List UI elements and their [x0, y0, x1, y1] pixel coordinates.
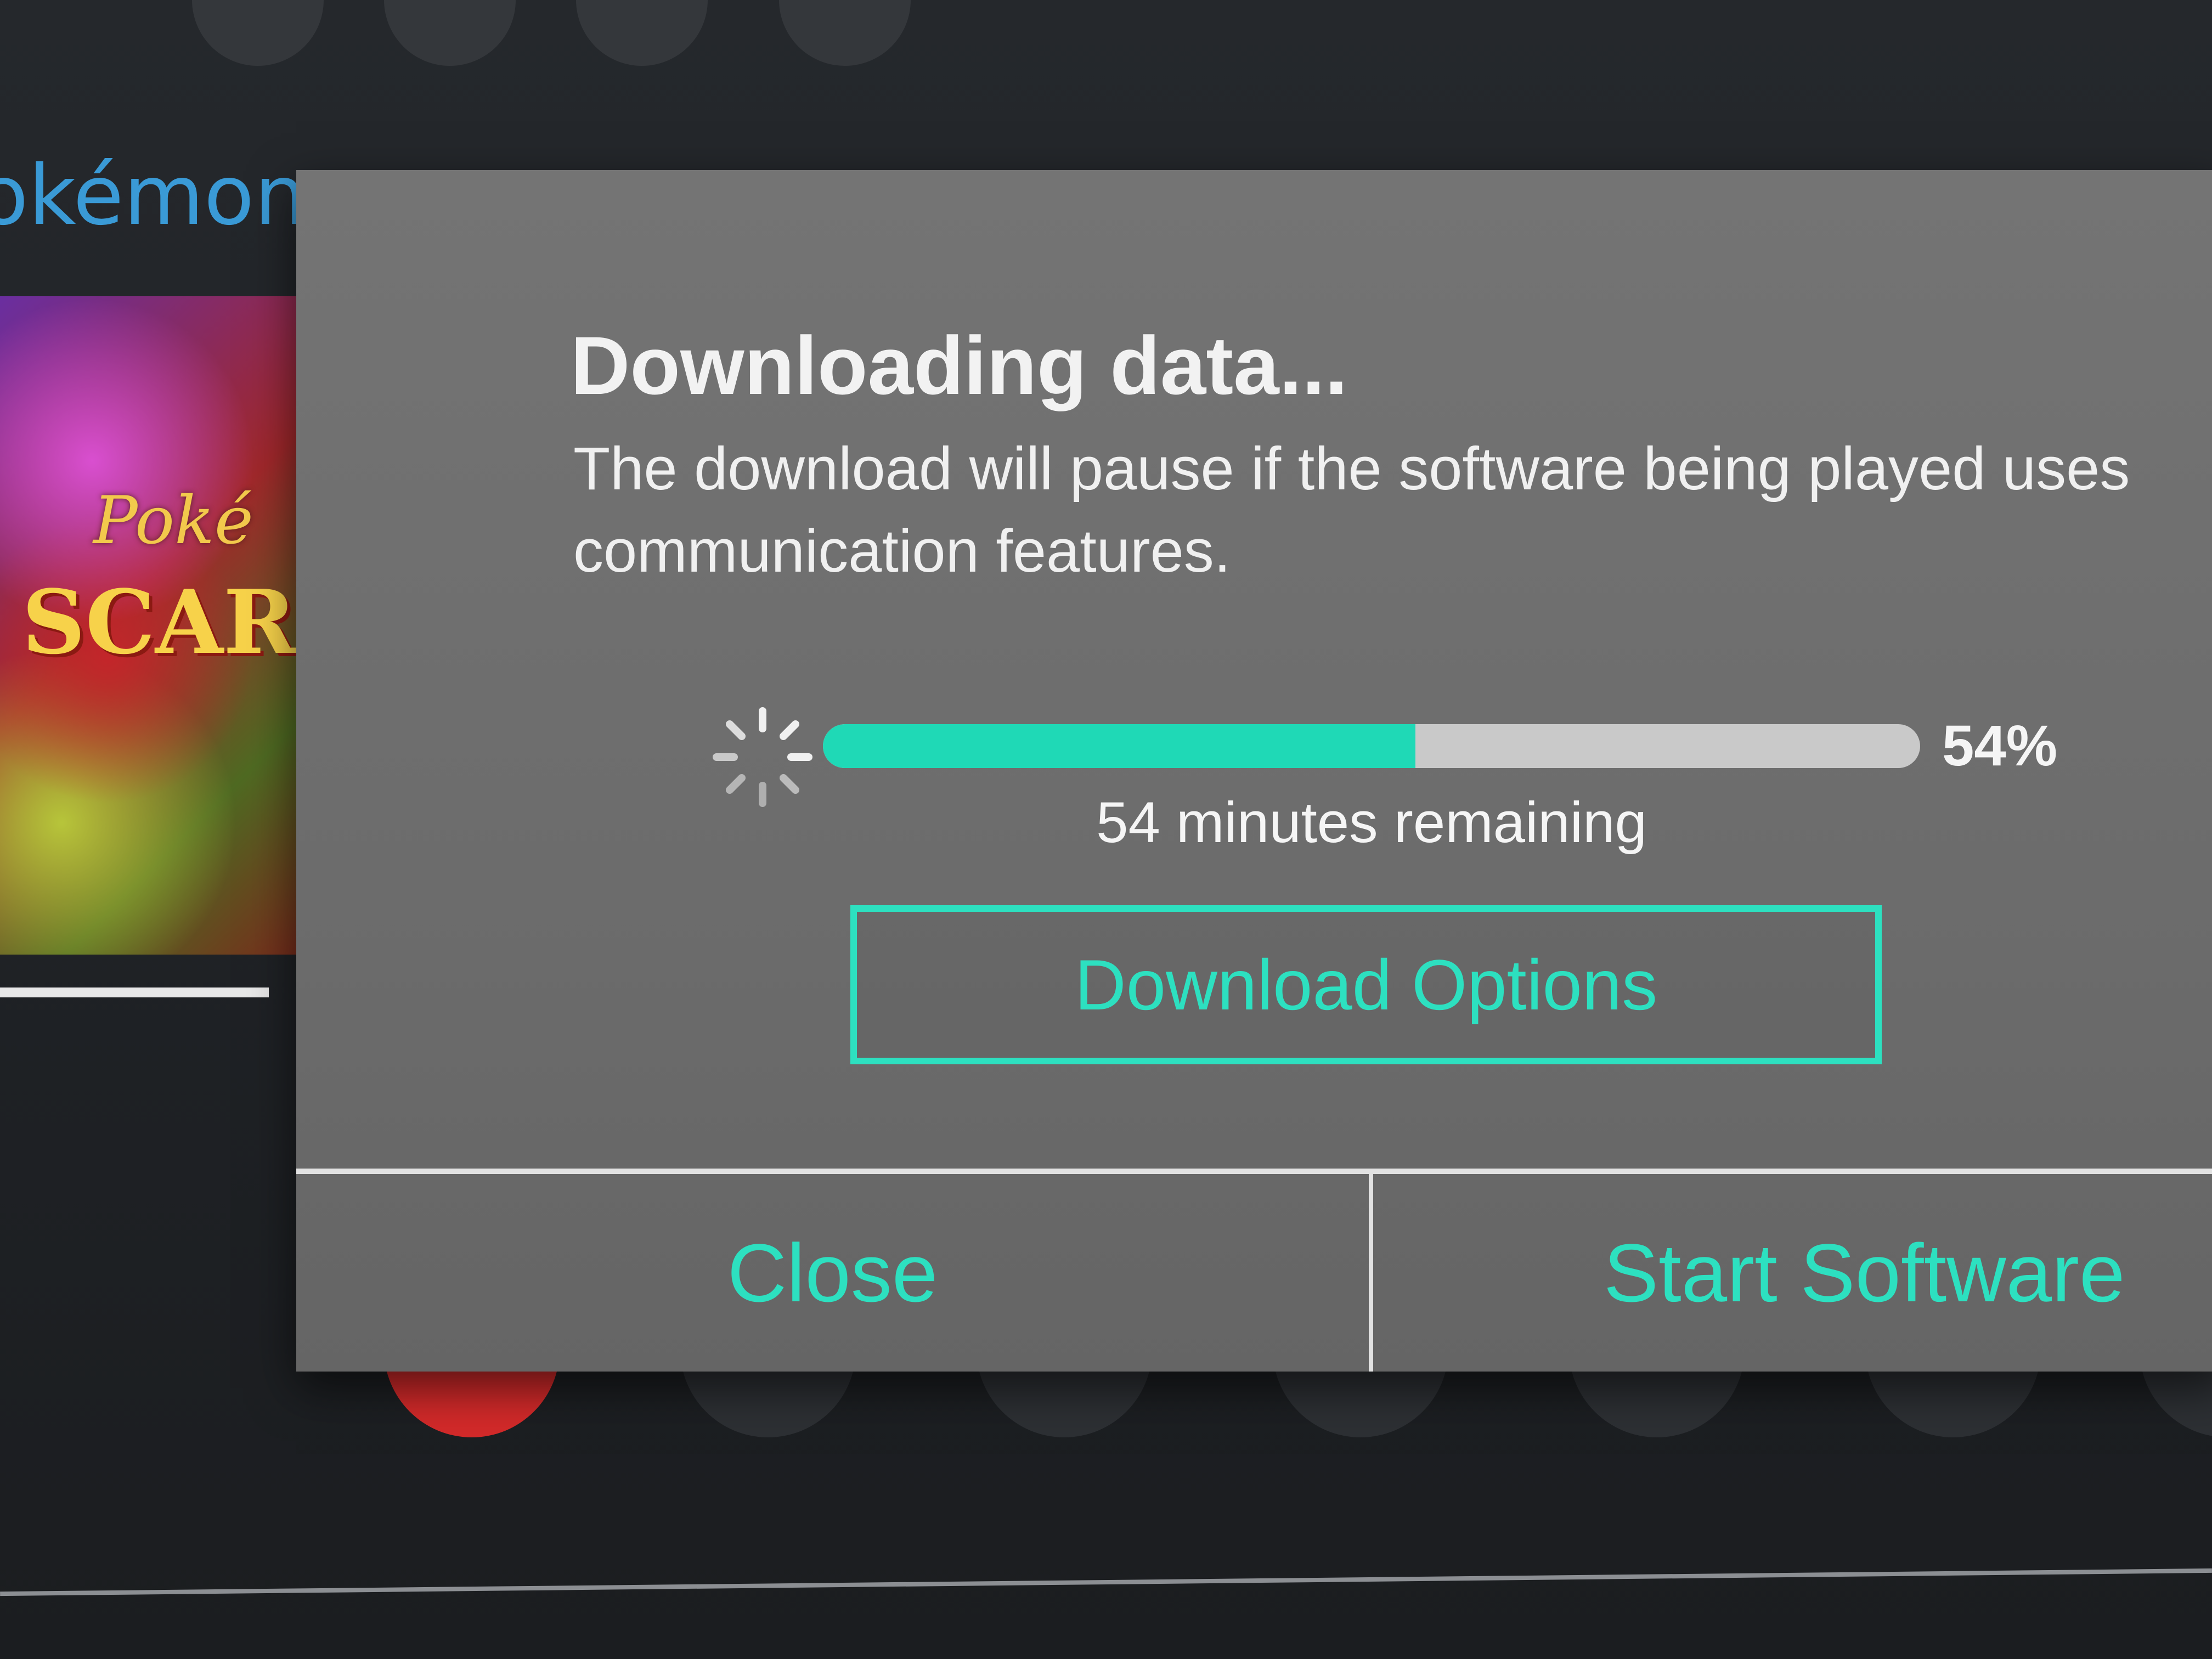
footer-divider [296, 1169, 2212, 1174]
loading-spinner-icon [713, 707, 812, 807]
home-screen: okémon Poké SCARL Downloading data... Th… [0, 0, 2212, 1659]
top-icon[interactable] [384, 0, 516, 66]
game-title: okémon [0, 148, 307, 244]
top-icon[interactable] [192, 0, 324, 66]
download-progress-fill [823, 724, 1415, 768]
top-icon[interactable] [576, 0, 708, 66]
dialog-title: Downloading data... [571, 319, 1348, 411]
top-icon[interactable] [779, 0, 911, 66]
download-progress-bar [823, 724, 1920, 768]
tile-selection-underline [0, 988, 269, 997]
time-remaining: 54 minutes remaining [1096, 791, 1647, 855]
download-options-button[interactable]: Download Options [850, 905, 1882, 1064]
tile-logo-small: Poké [93, 483, 253, 559]
close-button[interactable]: Close [296, 1174, 1369, 1372]
start-software-button[interactable]: Start Software [1373, 1174, 2212, 1372]
bottom-divider [0, 1568, 2212, 1596]
footer-separator [1369, 1174, 1373, 1372]
dialog-message: The download will pause if the software … [573, 435, 2130, 585]
progress-percent: 54% [1942, 714, 2058, 778]
download-dialog: Downloading data... The download will pa… [296, 170, 2212, 1372]
